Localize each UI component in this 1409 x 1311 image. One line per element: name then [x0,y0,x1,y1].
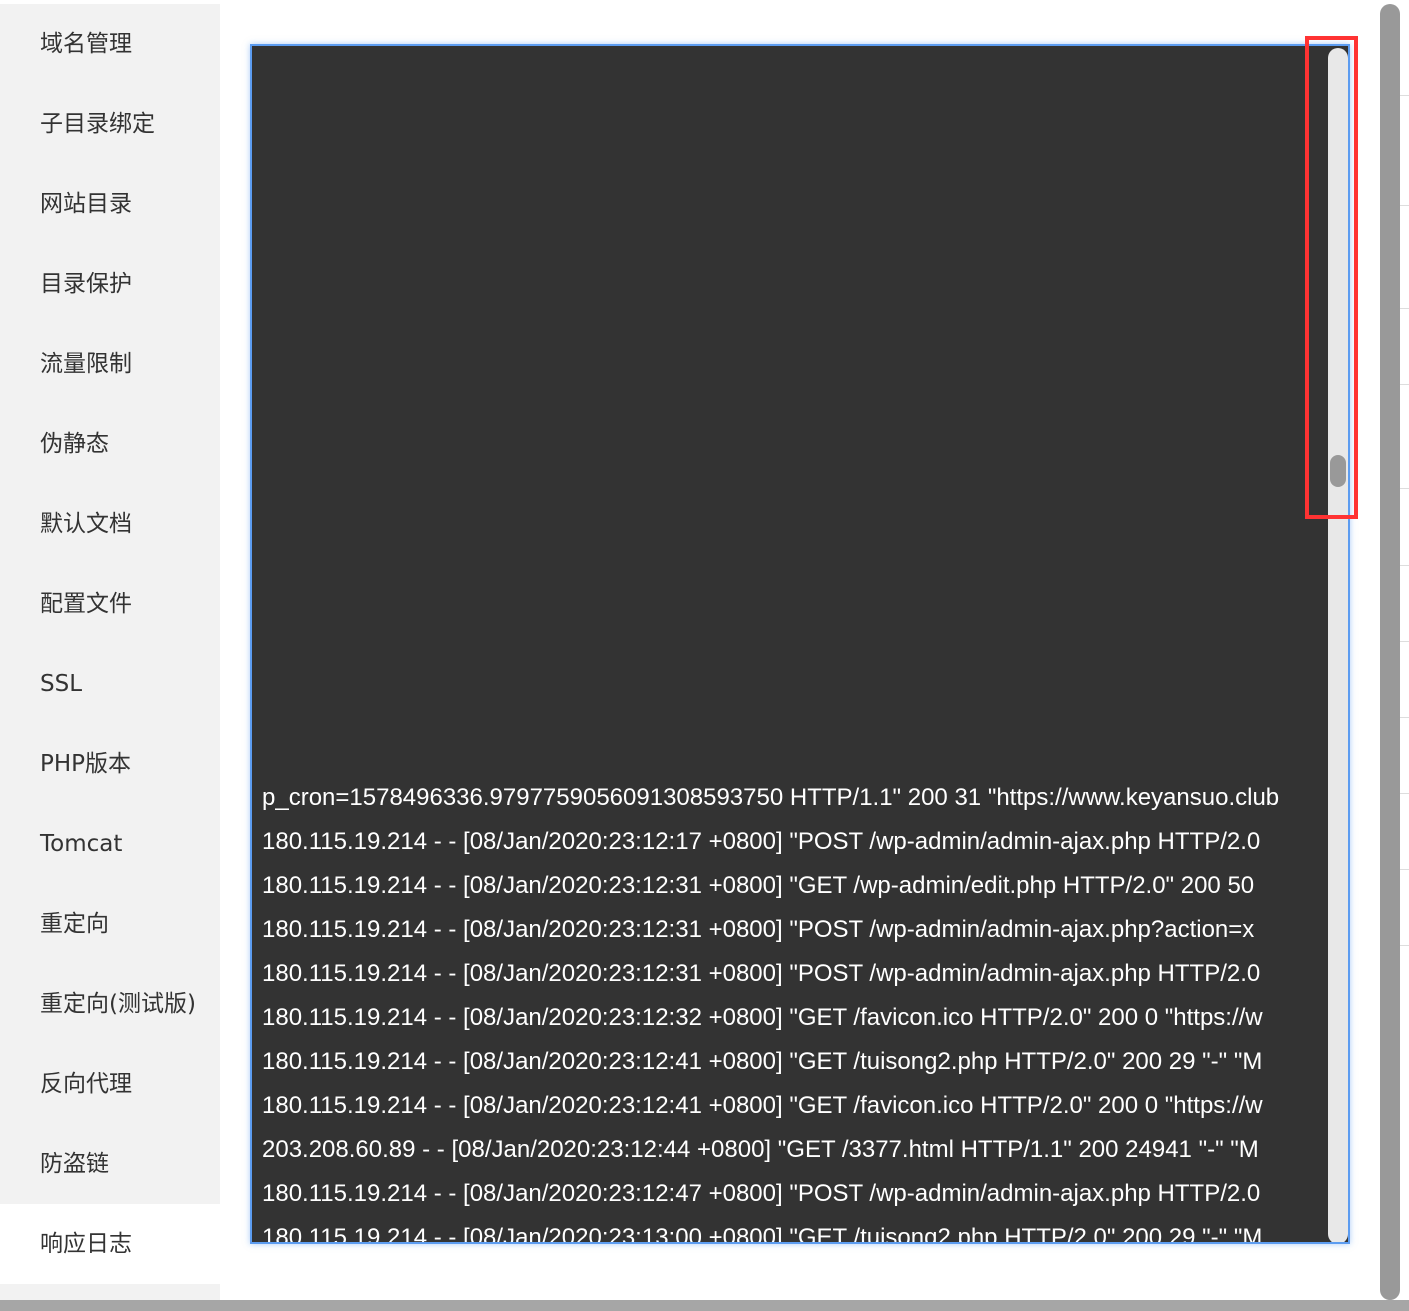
sidebar-item[interactable]: 响应日志 [0,1204,220,1284]
sidebar-item[interactable]: 流量限制 [0,324,220,404]
background-row-divider [1400,205,1409,206]
background-row-divider [1400,384,1409,385]
sidebar-item[interactable]: 子目录绑定 [0,84,220,164]
background-row-divider [1400,869,1409,870]
sidebar-item[interactable]: PHP版本 [0,724,220,804]
log-line: 180.115.19.214 - - [08/Jan/2020:23:12:41… [262,1048,1263,1075]
background-row-divider [1400,717,1409,718]
log-scrollbar-thumb[interactable] [1330,455,1346,488]
log-line: 180.115.19.214 - - [08/Jan/2020:23:12:31… [262,916,1255,943]
log-line: 180.115.19.214 - - [08/Jan/2020:23:12:17… [262,828,1261,855]
sidebar-item[interactable]: 配置文件 [0,564,220,644]
log-line: 180.115.19.214 - - [08/Jan/2020:23:12:41… [262,1092,1263,1119]
page-scrollbar[interactable] [1380,4,1400,1300]
site-settings-dialog: 域名管理 子目录绑定 网站目录 目录保护 流量限制 伪静态 默认文档 配置文件 SSL PHP版本… [0,4,1380,1300]
log-line: 180.115.19.214 - - [08/Jan/2020:23:13:00… [262,1224,1263,1244]
background-row-divider [1400,308,1409,309]
sidebar-item[interactable]: 目录保护 [0,244,220,324]
background-row-divider [1400,641,1409,642]
sidebar-item[interactable]: 反向代理 [0,1044,220,1124]
background-row-divider [1400,488,1409,489]
sidebar-item[interactable]: 域名管理 [0,4,220,84]
sidebar-item[interactable]: 默认文档 [0,484,220,564]
sidebar-item[interactable]: 重定向 [0,884,220,964]
sidebar-item[interactable]: 重定向(测试版) [0,964,220,1044]
bottom-overlay [0,1300,1409,1311]
log-line: 180.115.19.214 - - [08/Jan/2020:23:12:47… [262,1180,1261,1207]
log-line: 180.115.19.214 - - [08/Jan/2020:23:12:31… [262,960,1261,987]
settings-sidebar: 域名管理 子目录绑定 网站目录 目录保护 流量限制 伪静态 默认文档 配置文件 SSL PHP版本… [0,4,220,1300]
background-row-divider [1400,793,1409,794]
log-line: p_cron=1578496336.9797759056091308593750… [262,784,1280,811]
background-row-divider [1400,565,1409,566]
log-line: 180.115.19.214 - - [08/Jan/2020:23:12:31… [262,872,1255,899]
sidebar-item[interactable]: SSL [0,644,220,724]
background-row-divider [1400,95,1409,96]
log-scrollbar[interactable] [1328,48,1348,1242]
sidebar-item[interactable]: 伪静态 [0,404,220,484]
sidebar-item[interactable]: 防盗链 [0,1124,220,1204]
sidebar-item[interactable]: 网站目录 [0,164,220,244]
log-line: 180.115.19.214 - - [08/Jan/2020:23:12:32… [262,1004,1263,1031]
background-row-divider [1400,945,1409,946]
sidebar-item[interactable]: Tomcat [0,804,220,884]
response-log-textarea[interactable]: p_cron=1578496336.9797759056091308593750… [250,44,1350,1244]
log-content: p_cron=1578496336.9797759056091308593750… [262,776,1328,1244]
log-line: 203.208.60.89 - - [08/Jan/2020:23:12:44 … [262,1136,1259,1163]
